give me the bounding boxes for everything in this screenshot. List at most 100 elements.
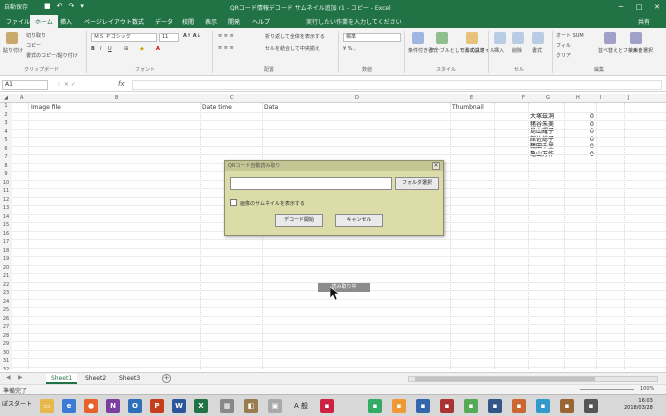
row-header[interactable]: 16 [0, 230, 12, 239]
excel-icon[interactable]: X [194, 399, 208, 413]
tab-insert[interactable]: 挿入 [60, 17, 72, 26]
row-header[interactable]: 9 [0, 171, 12, 180]
taskbar-clock[interactable]: 16:03 2018/03/28 [624, 398, 653, 412]
zoom-level[interactable]: 100% [640, 386, 654, 392]
start-button[interactable]: ぽスタート [2, 399, 32, 408]
row-header[interactable]: 1 [0, 103, 12, 112]
qr-app-icon[interactable]: ▦ [220, 399, 234, 413]
borders-icon[interactable]: ⊞ [124, 46, 128, 52]
cell-styles-icon[interactable] [466, 32, 478, 44]
row-header[interactable]: 20 [0, 264, 12, 273]
row-header[interactable]: 29 [0, 341, 12, 350]
conditional-format-icon[interactable] [412, 32, 424, 44]
number-format-select[interactable]: 標準 [343, 33, 401, 42]
formula-controls-icon[interactable]: ⋮ ✕ ✓ [56, 81, 76, 88]
tray-icon-5[interactable]: ▪ [440, 399, 454, 413]
col-header-d[interactable]: D [355, 95, 359, 101]
col-header-b[interactable]: B [115, 95, 118, 101]
header-date-time[interactable]: Date time [202, 104, 232, 111]
tray-icon-2[interactable]: ▪ [368, 399, 382, 413]
sheet-prev-icon[interactable]: ◀ [6, 374, 11, 381]
copy-button[interactable]: コピー [26, 42, 41, 49]
row-header[interactable]: 32 [0, 366, 12, 370]
header-data[interactable]: Data [264, 104, 278, 111]
add-sheet-button[interactable]: + [162, 374, 171, 383]
col-header-i[interactable]: I [600, 95, 601, 101]
sheet-next-icon[interactable]: ▶ [18, 374, 23, 381]
dialog-close-icon[interactable]: ✕ [432, 162, 440, 170]
row-header[interactable]: 10 [0, 179, 12, 188]
row-header[interactable]: 26 [0, 315, 12, 324]
tray-app-icon[interactable]: ▣ [268, 399, 282, 413]
find-select-button[interactable]: 検索と選択 [628, 47, 653, 54]
tray-icon-11[interactable]: ▪ [584, 399, 598, 413]
row-header[interactable]: 13 [0, 205, 12, 214]
col-header-f[interactable]: F [522, 95, 525, 101]
font-name-select[interactable]: ＭＳ Ｐゴシック [91, 33, 157, 42]
tray-icon-6[interactable]: ▪ [464, 399, 478, 413]
merge-center-button[interactable]: セルを結合して中央揃え [265, 45, 320, 52]
tray-icon-7[interactable]: ▪ [488, 399, 502, 413]
fill-color-icon[interactable]: ◆ [140, 46, 144, 52]
underline-icon[interactable]: U [108, 46, 112, 52]
name-cell[interactable]: 猪谷朱美 [530, 121, 554, 129]
row-header[interactable]: 22 [0, 281, 12, 290]
fill-button[interactable]: フィル [556, 42, 571, 49]
format-table-icon[interactable] [436, 32, 448, 44]
row-header[interactable]: 23 [0, 290, 12, 299]
row-header[interactable]: 24 [0, 298, 12, 307]
powerpoint-icon[interactable]: P [150, 399, 164, 413]
row-header[interactable]: 27 [0, 324, 12, 333]
sheet-tab-1[interactable]: Sheet1 [46, 374, 78, 384]
row-header[interactable]: 15 [0, 222, 12, 231]
header-image-file[interactable]: Image file [31, 104, 61, 111]
tray-icon-3[interactable]: ▪ [392, 399, 406, 413]
tray-icon-4[interactable]: ▪ [416, 399, 430, 413]
delete-cells-button[interactable]: 削除 [512, 47, 522, 54]
italic-icon[interactable]: I [100, 46, 101, 52]
tab-developer[interactable]: 開発 [228, 17, 240, 26]
insert-function-icon[interactable]: fx [118, 80, 125, 88]
col-header-e[interactable]: E [470, 95, 473, 101]
select-all-icon[interactable]: ◢ [4, 95, 8, 101]
delete-cells-icon[interactable] [512, 32, 524, 44]
tab-file[interactable]: ファイル [6, 17, 30, 26]
tell-me-search[interactable]: 実行したい作業を入力してください [306, 17, 402, 26]
customize-qat-icon[interactable]: ▾ [80, 2, 84, 10]
tab-home[interactable]: ホーム [30, 15, 58, 29]
format-painter-button[interactable]: 書式のコピー/貼り付け [26, 52, 78, 59]
row-header[interactable]: 4 [0, 128, 12, 137]
paste-icon[interactable] [6, 32, 18, 44]
tray-icon-1[interactable]: ▪ [320, 399, 334, 413]
insert-cells-button[interactable]: 挿入 [494, 47, 504, 54]
row-header[interactable]: 8 [0, 162, 12, 171]
horizontal-scrollbar[interactable] [408, 376, 658, 382]
row-header[interactable]: 18 [0, 247, 12, 256]
count-cell[interactable]: 0 [590, 143, 594, 151]
insert-cells-icon[interactable] [494, 32, 506, 44]
col-header-h[interactable]: H [576, 95, 580, 101]
bold-icon[interactable]: B [91, 46, 95, 52]
row-header[interactable]: 11 [0, 188, 12, 197]
col-header-a[interactable]: A [20, 95, 23, 101]
cell-styles-button[interactable]: セルのスタイル [460, 47, 495, 54]
row-header[interactable]: 28 [0, 332, 12, 341]
ime-icon[interactable]: A 般 [294, 401, 308, 411]
currency-icon[interactable]: ¥ % , [343, 46, 356, 52]
find-select-icon[interactable] [630, 32, 642, 44]
count-cell[interactable]: 0 [590, 121, 594, 129]
font-color-icon[interactable]: A [156, 46, 160, 52]
font-size-select[interactable]: 11 [159, 33, 179, 42]
row-header[interactable]: 21 [0, 273, 12, 282]
onenote-icon[interactable]: N [106, 399, 120, 413]
tray-icon-10[interactable]: ▪ [560, 399, 574, 413]
paste-button[interactable]: 貼り付け [3, 47, 23, 54]
firefox-icon[interactable]: ● [84, 399, 98, 413]
format-cells-button[interactable]: 書式 [532, 47, 542, 54]
row-header[interactable]: 31 [0, 358, 12, 367]
undo-icon[interactable]: ↶ [57, 2, 63, 10]
zoom-slider[interactable] [580, 389, 634, 390]
sort-filter-icon[interactable] [604, 32, 616, 44]
format-cells-icon[interactable] [532, 32, 544, 44]
row-header[interactable]: 6 [0, 145, 12, 154]
